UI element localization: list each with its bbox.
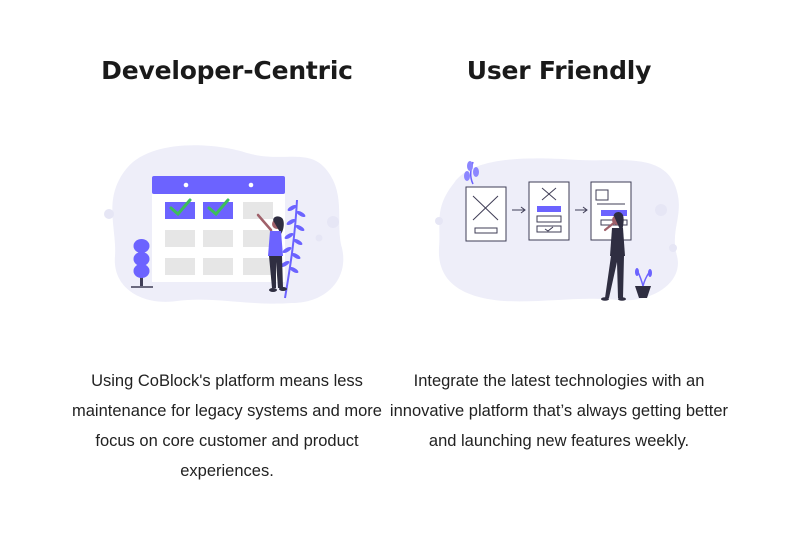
feature-developer-centric: Developer-Centric Using CoBlock's platfo… <box>57 0 397 536</box>
feature-title: Developer-Centric <box>101 56 353 85</box>
feature-description: Integrate the latest technologies with a… <box>389 372 729 450</box>
feature-user-friendly: User Friendly Integrate the latest techn… <box>389 0 729 536</box>
feature-description: Using CoBlock's platform means less main… <box>72 372 382 480</box>
calendar-checklist-illustration <box>97 138 357 318</box>
feature-title: User Friendly <box>466 56 652 85</box>
wireframe-flow-illustration <box>429 138 689 318</box>
